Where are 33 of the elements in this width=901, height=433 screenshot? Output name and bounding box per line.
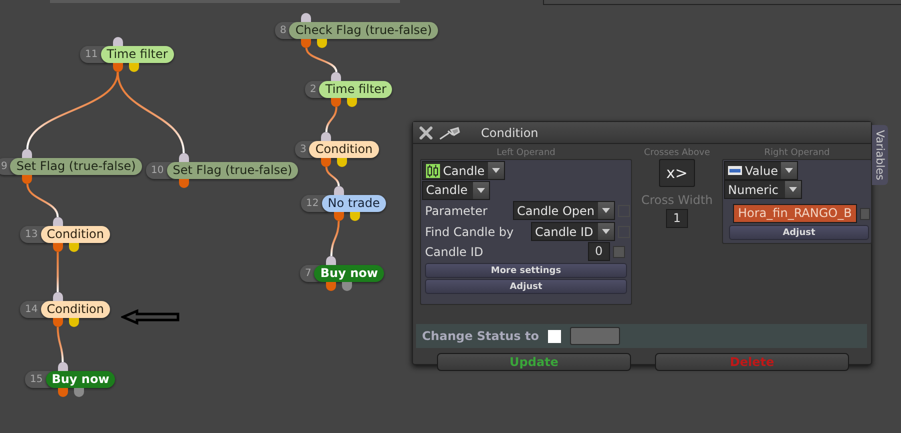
node-label[interactable]: Time filter <box>319 81 392 98</box>
panel-button[interactable]: More settings <box>425 262 627 278</box>
operator-button[interactable]: x> <box>659 159 695 187</box>
dropdown[interactable]: Candle <box>422 180 490 200</box>
node-label[interactable]: Condition <box>40 301 110 318</box>
dropdown[interactable]: Candle ID <box>531 222 615 241</box>
number-field[interactable]: 0 <box>588 242 610 261</box>
section-heading: Right Operand <box>763 148 831 159</box>
dropdown[interactable]: Numeric <box>724 180 802 199</box>
field-label: Find Candle by <box>425 224 515 238</box>
node-label[interactable]: Buy now <box>46 371 116 388</box>
node-label[interactable]: Condition <box>309 141 379 158</box>
section-heading: Crosses Above <box>644 148 710 159</box>
field-label: Candle ID <box>425 244 484 258</box>
section-heading: Left Operand <box>496 148 556 159</box>
dropdown[interactable]: Candle Open <box>513 201 615 220</box>
panel-button[interactable]: Adjust <box>425 278 627 294</box>
window-title: Condition <box>481 126 538 140</box>
side-tab[interactable]: Variables <box>872 125 888 185</box>
number-field[interactable]: 1 <box>666 209 688 228</box>
panel-button[interactable]: Adjust <box>729 225 869 240</box>
field-label: Parameter <box>425 204 488 218</box>
status-label: Change Status to <box>422 329 539 343</box>
node-label[interactable]: Set Flag (true-false) <box>10 158 142 175</box>
node-label[interactable]: Time filter <box>100 46 174 63</box>
dropdown[interactable]: Value <box>724 161 798 180</box>
node-label[interactable]: Condition <box>40 226 110 243</box>
node-label[interactable]: Buy now <box>314 265 384 282</box>
dropdown[interactable]: Candle <box>422 161 505 180</box>
field-label: Cross Width <box>641 192 713 209</box>
node-label[interactable]: Check Flag (true-false) <box>289 22 438 39</box>
node-label[interactable]: No trade <box>322 195 386 212</box>
node-label[interactable]: Set Flag (true-false) <box>166 162 298 179</box>
